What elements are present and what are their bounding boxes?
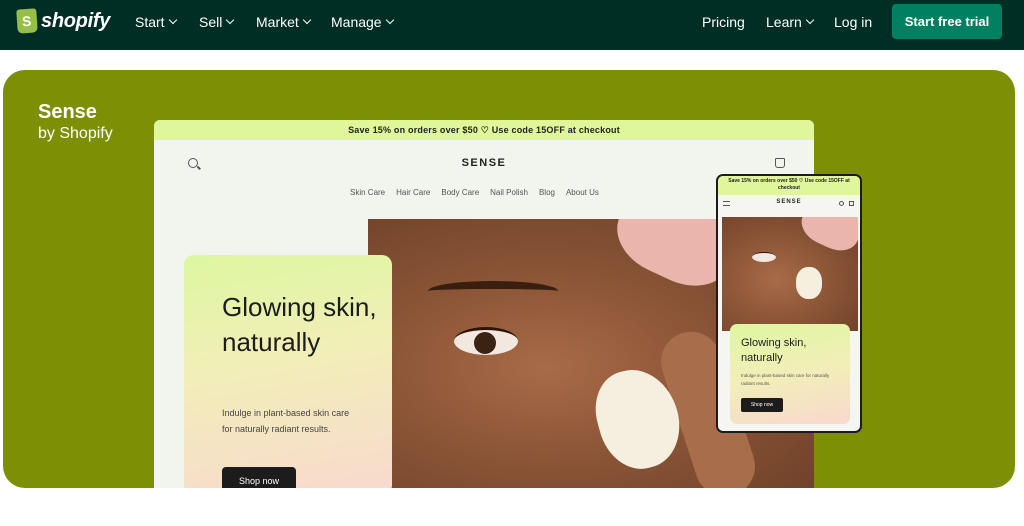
eye-shape bbox=[454, 327, 518, 355]
nav-manage[interactable]: Manage bbox=[331, 14, 394, 30]
mobile-preview[interactable]: Save 15% on orders over $50 ♡ Use code 1… bbox=[716, 174, 862, 433]
hero-heading: Glowing skin, naturally bbox=[222, 292, 377, 357]
theme-author: by Shopify bbox=[38, 125, 113, 142]
mobile-hero-heading: Glowing skin, naturally bbox=[741, 337, 807, 364]
chevron-down-icon bbox=[168, 15, 177, 25]
chevron-down-icon bbox=[302, 15, 312, 25]
chevron-down-icon bbox=[385, 15, 394, 25]
cream-shape bbox=[796, 267, 822, 299]
desktop-preview[interactable]: Save 15% on orders over $50 ♡ Use code 1… bbox=[154, 120, 814, 488]
cart-icon bbox=[849, 201, 854, 206]
store-menu-item: Hair Care bbox=[396, 188, 431, 197]
store-brand: SENSE bbox=[461, 157, 507, 169]
nav-manage-label: Manage bbox=[331, 14, 382, 30]
nav-sell[interactable]: Sell bbox=[199, 14, 235, 30]
nav-start-label: Start bbox=[135, 14, 165, 30]
hero-text-card: Glowing skin, naturally Indulge in plant… bbox=[184, 255, 392, 488]
theme-hero: Sense by Shopify Save 15% on orders over… bbox=[3, 70, 1015, 488]
nav-market[interactable]: Market bbox=[256, 14, 312, 30]
mobile-hero-subtitle: Indulge in plant-based skin care for nat… bbox=[741, 373, 830, 386]
top-navigation: shopify Start Sell Market Manage Pricing… bbox=[0, 0, 1024, 50]
brow-shape bbox=[428, 281, 558, 301]
store-menu-item: About Us bbox=[565, 188, 599, 197]
shopify-bag-icon bbox=[16, 8, 38, 34]
shop-now-button[interactable]: Shop now bbox=[222, 467, 296, 488]
theme-name: Sense bbox=[38, 101, 97, 123]
start-free-trial-button[interactable]: Start free trial bbox=[892, 4, 1002, 39]
nav-market-label: Market bbox=[256, 14, 299, 30]
nav-login[interactable]: Log in bbox=[834, 14, 872, 30]
chevron-down-icon bbox=[226, 15, 235, 25]
hero-subtitle: Indulge in plant-based skin care for nat… bbox=[222, 408, 350, 434]
shopify-logo[interactable]: shopify bbox=[16, 8, 111, 34]
nav-learn-label: Learn bbox=[766, 14, 802, 30]
logo-text: shopify bbox=[41, 9, 111, 32]
store-menu: Skin Care Hair Care Body Care Nail Polis… bbox=[350, 188, 599, 197]
chevron-down-icon bbox=[805, 15, 815, 25]
promo-banner: Save 15% on orders over $50 ♡ Use code 1… bbox=[154, 120, 814, 140]
mobile-hero-photo bbox=[722, 217, 858, 331]
nav-pricing[interactable]: Pricing bbox=[702, 14, 745, 30]
store-menu-item: Blog bbox=[538, 188, 555, 197]
store-menu-item: Body Care bbox=[441, 188, 480, 197]
mobile-shop-now-button[interactable]: Shop now bbox=[741, 398, 783, 412]
store-menu-item: Nail Polish bbox=[490, 188, 528, 197]
nav-sell-label: Sell bbox=[199, 14, 223, 30]
search-icon bbox=[839, 201, 844, 206]
towel-shape bbox=[795, 217, 858, 258]
nav-login-label: Log in bbox=[834, 14, 873, 30]
store-menu-item: Skin Care bbox=[350, 188, 386, 197]
nav-start[interactable]: Start bbox=[135, 14, 177, 30]
cart-icon bbox=[775, 158, 785, 168]
nav-pricing-label: Pricing bbox=[702, 14, 745, 30]
mobile-hero-card: Glowing skin, naturally Indulge in plant… bbox=[730, 324, 850, 424]
mobile-promo-banner: Save 15% on orders over $50 ♡ Use code 1… bbox=[718, 176, 860, 195]
nav-learn[interactable]: Learn bbox=[766, 14, 815, 30]
eye-shape bbox=[752, 252, 776, 262]
